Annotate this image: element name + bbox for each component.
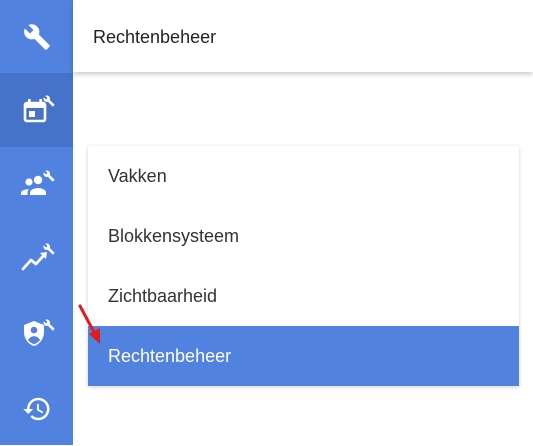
calendar-wrench-icon [23, 95, 54, 123]
top-bar: Rechtenbeheer [73, 0, 533, 72]
settings-menu: Vakken Blokkensysteem Zichtbaarheid Rech… [88, 146, 519, 386]
menu-item-blokkensysteem[interactable]: Blokkensysteem [88, 206, 519, 266]
sidebar [0, 0, 73, 445]
sidebar-item-people[interactable] [0, 148, 73, 222]
annotation-arrow-icon [78, 304, 100, 344]
history-icon [22, 397, 49, 421]
trending-wrench-icon [21, 243, 54, 271]
menu-item-rechtenbeheer[interactable]: Rechtenbeheer [88, 326, 519, 386]
sidebar-item-history[interactable] [0, 372, 73, 446]
menu-item-zichtbaarheid[interactable]: Zichtbaarheid [88, 266, 519, 326]
menu-item-vakken[interactable]: Vakken [88, 146, 519, 206]
sidebar-item-statistics[interactable] [0, 222, 73, 296]
page-title: Rechtenbeheer [93, 27, 217, 47]
sidebar-item-schedule[interactable] [0, 73, 73, 147]
wrench-icon [23, 24, 50, 50]
people-wrench-icon [20, 170, 54, 195]
sidebar-item-admin[interactable] [0, 297, 73, 371]
sidebar-item-settings[interactable] [0, 0, 73, 74]
shield-user-wrench-icon [23, 319, 54, 346]
